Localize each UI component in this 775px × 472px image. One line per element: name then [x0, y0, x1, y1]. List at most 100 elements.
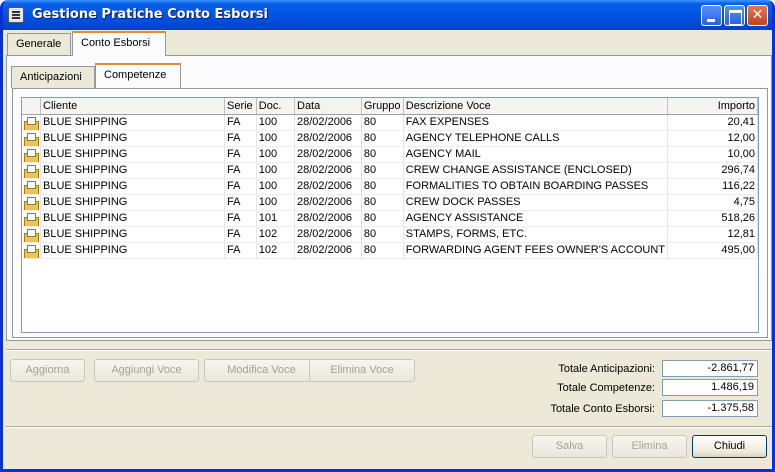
cell-doc: 100	[256, 162, 296, 179]
cell-serie: FA	[224, 178, 257, 195]
table-row[interactable]: BLUE SHIPPING FA 100 28/02/2006 80 CREW …	[22, 194, 758, 211]
document-folder-icon	[24, 116, 39, 129]
cell-data: 28/02/2006	[294, 114, 362, 131]
col-cliente[interactable]: Cliente	[40, 98, 225, 115]
cell-doc: 100	[256, 194, 296, 211]
totale-competenze-label: Totale Competenze:	[557, 382, 655, 394]
cell-cliente: BLUE SHIPPING	[40, 210, 225, 227]
cell-cliente: BLUE SHIPPING	[40, 130, 225, 147]
col-descrizione-voce[interactable]: Descrizione Voce	[403, 98, 669, 115]
cell-importo: 296,74	[667, 162, 758, 179]
minimize-button[interactable]	[701, 5, 722, 26]
cell-gruppo: 80	[361, 178, 404, 195]
cell-descrizione: AGENCY MAIL	[403, 146, 669, 163]
cell-data: 28/02/2006	[294, 242, 362, 259]
cell-importo: 518,26	[667, 210, 758, 227]
table-row[interactable]: BLUE SHIPPING FA 100 28/02/2006 80 AGENC…	[22, 146, 758, 163]
cell-descrizione: CREW CHANGE ASSISTANCE (ENCLOSED)	[403, 162, 669, 179]
cell-gruppo: 80	[361, 226, 404, 243]
competenze-panel: Cliente Serie Doc. Data Gruppo Descrizio…	[12, 88, 768, 338]
cell-descrizione: FORMALITIES TO OBTAIN BOARDING PASSES	[403, 178, 669, 195]
cell-gruppo: 80	[361, 130, 404, 147]
window-title: Gestione Pratiche Conto Esborsi	[32, 7, 268, 22]
table-row[interactable]: BLUE SHIPPING FA 101 28/02/2006 80 AGENC…	[22, 210, 758, 227]
cell-gruppo: 80	[361, 210, 404, 227]
title-bar[interactable]: Gestione Pratiche Conto Esborsi ✕	[3, 0, 772, 30]
document-folder-icon	[24, 164, 39, 177]
totale-anticipazioni-field[interactable]: -2.861,77	[662, 360, 758, 377]
cell-importo: 495,00	[667, 242, 758, 259]
table-row[interactable]: BLUE SHIPPING FA 100 28/02/2006 80 FORMA…	[22, 178, 758, 195]
totale-conto-esborsi-label: Totale Conto Esborsi:	[550, 403, 655, 415]
document-folder-icon	[24, 196, 39, 209]
tab-competenze[interactable]: Competenze	[95, 63, 181, 88]
cell-serie: FA	[224, 210, 257, 227]
competenze-grid[interactable]: Cliente Serie Doc. Data Gruppo Descrizio…	[21, 97, 759, 333]
cell-data: 28/02/2006	[294, 130, 362, 147]
cell-serie: FA	[224, 194, 257, 211]
app-window: Gestione Pratiche Conto Esborsi ✕ Genera…	[0, 0, 775, 472]
col-icon-header	[22, 98, 41, 115]
document-folder-icon	[24, 244, 39, 257]
cell-importo: 116,22	[667, 178, 758, 195]
cell-data: 28/02/2006	[294, 210, 362, 227]
maximize-button[interactable]	[724, 5, 745, 26]
cell-descrizione: CREW DOCK PASSES	[403, 194, 669, 211]
aggiungi-voce-button[interactable]: Aggiungi Voce	[94, 359, 199, 382]
cell-descrizione: AGENCY TELEPHONE CALLS	[403, 130, 669, 147]
close-button[interactable]: ✕	[747, 5, 768, 26]
grid-header: Cliente Serie Doc. Data Gruppo Descrizio…	[22, 98, 758, 115]
app-icon	[8, 7, 24, 23]
tab-generale[interactable]: Generale	[7, 33, 71, 55]
cell-importo: 4,75	[667, 194, 758, 211]
col-serie[interactable]: Serie	[224, 98, 257, 115]
table-row[interactable]: BLUE SHIPPING FA 102 28/02/2006 80 FORWA…	[22, 242, 758, 259]
chiudi-button[interactable]: Chiudi	[692, 435, 767, 458]
document-folder-icon	[24, 132, 39, 145]
totale-anticipazioni-label: Totale Anticipazioni:	[558, 363, 655, 375]
table-row[interactable]: BLUE SHIPPING FA 102 28/02/2006 80 STAMP…	[22, 226, 758, 243]
col-importo[interactable]: Importo	[667, 98, 758, 115]
cell-importo: 12,81	[667, 226, 758, 243]
cell-serie: FA	[224, 162, 257, 179]
tab-anticipazioni[interactable]: Anticipazioni	[11, 66, 95, 88]
tab-conto-esborsi[interactable]: Conto Esborsi	[72, 31, 166, 56]
salva-button[interactable]: Salva	[532, 435, 607, 458]
cell-cliente: BLUE SHIPPING	[40, 242, 225, 259]
cell-descrizione: FORWARDING AGENT FEES OWNER'S ACCOUNT	[403, 242, 669, 259]
cell-importo: 12,00	[667, 130, 758, 147]
col-doc[interactable]: Doc.	[256, 98, 296, 115]
totale-competenze-field[interactable]: 1.486,19	[662, 379, 758, 396]
cell-cliente: BLUE SHIPPING	[40, 194, 225, 211]
cell-data: 28/02/2006	[294, 178, 362, 195]
cell-gruppo: 80	[361, 114, 404, 131]
table-row[interactable]: BLUE SHIPPING FA 100 28/02/2006 80 AGENC…	[22, 130, 758, 147]
close-icon: ✕	[751, 7, 764, 23]
cell-gruppo: 80	[361, 146, 404, 163]
cell-gruppo: 80	[361, 242, 404, 259]
cell-descrizione: AGENCY ASSISTANCE	[403, 210, 669, 227]
totale-conto-esborsi-field[interactable]: -1.375,58	[662, 400, 758, 417]
cell-doc: 102	[256, 242, 296, 259]
elimina-button[interactable]: Elimina	[612, 435, 687, 458]
cell-data: 28/02/2006	[294, 162, 362, 179]
cell-doc: 100	[256, 178, 296, 195]
document-folder-icon	[24, 228, 39, 241]
cell-cliente: BLUE SHIPPING	[40, 178, 225, 195]
col-gruppo[interactable]: Gruppo	[361, 98, 404, 115]
table-row[interactable]: BLUE SHIPPING FA 100 28/02/2006 80 FAX E…	[22, 114, 758, 131]
modifica-voce-button[interactable]: Modifica Voce	[204, 359, 319, 382]
aggiorna-button[interactable]: Aggiorna	[10, 359, 85, 382]
cell-cliente: BLUE SHIPPING	[40, 226, 225, 243]
cell-doc: 100	[256, 114, 296, 131]
cell-serie: FA	[224, 226, 257, 243]
elimina-voce-button[interactable]: Elimina Voce	[309, 359, 415, 382]
cell-serie: FA	[224, 114, 257, 131]
cell-doc: 102	[256, 226, 296, 243]
cell-data: 28/02/2006	[294, 226, 362, 243]
col-data[interactable]: Data	[294, 98, 362, 115]
cell-doc: 100	[256, 130, 296, 147]
table-row[interactable]: BLUE SHIPPING FA 100 28/02/2006 80 CREW …	[22, 162, 758, 179]
cell-doc: 101	[256, 210, 296, 227]
cell-gruppo: 80	[361, 194, 404, 211]
